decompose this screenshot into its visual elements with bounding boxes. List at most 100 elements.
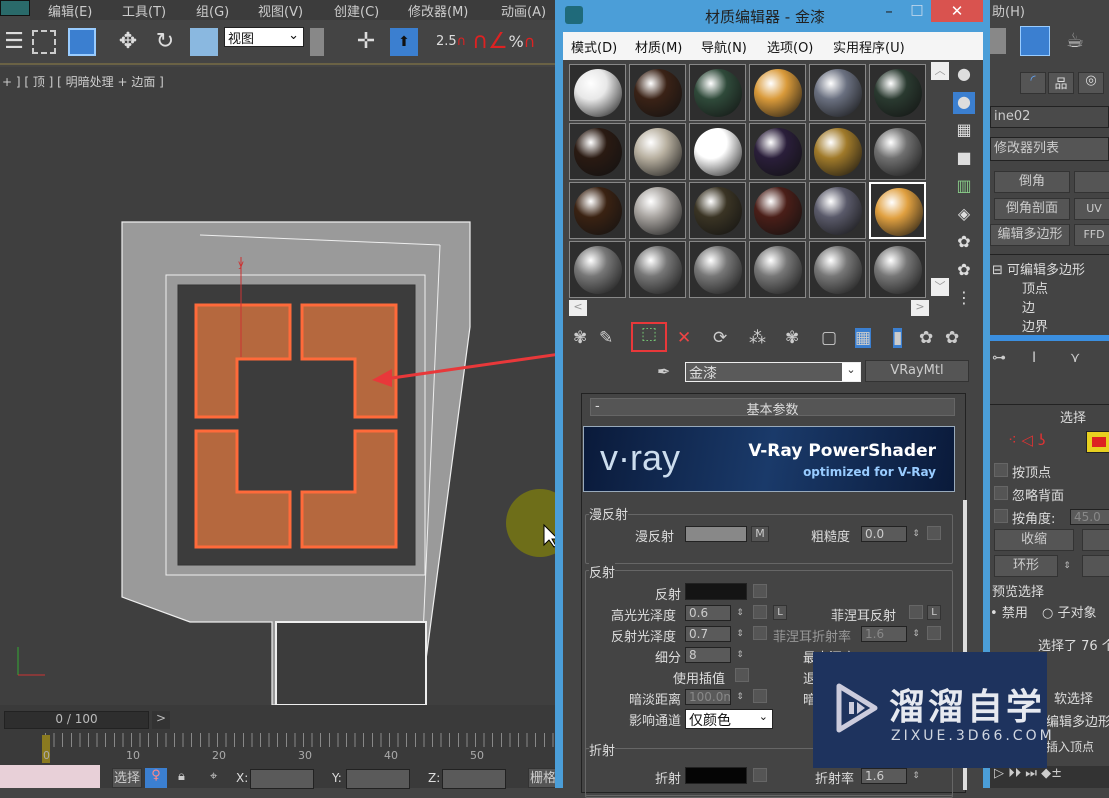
element-mode-icon[interactable] xyxy=(1086,431,1109,453)
material-navigator-icon[interactable]: ⋮ xyxy=(953,288,975,310)
preview-disabled-radio[interactable]: • 禁用 xyxy=(990,602,1028,621)
use-interp-checkbox[interactable] xyxy=(735,668,749,682)
material-slot[interactable] xyxy=(749,64,806,121)
menu-view[interactable]: 视图(V) xyxy=(258,1,303,20)
selection-lock-label[interactable]: 选择 xyxy=(112,768,142,788)
material-slot[interactable] xyxy=(869,182,926,239)
material-slot[interactable] xyxy=(809,182,866,239)
render-setup-icon[interactable] xyxy=(1020,26,1050,56)
material-slot[interactable] xyxy=(749,123,806,180)
ignore-backfacing-checkbox[interactable] xyxy=(994,486,1008,500)
fresnel-ior-field[interactable]: 1.6 xyxy=(861,626,907,642)
material-slot[interactable] xyxy=(809,241,866,298)
shrink-button[interactable]: 收缩 xyxy=(994,529,1074,551)
material-slot[interactable] xyxy=(869,64,926,121)
fresnel-checkbox[interactable] xyxy=(909,605,923,619)
background-checker-icon[interactable]: ▦ xyxy=(953,120,975,142)
object-name-field[interactable]: ine02 xyxy=(990,106,1109,128)
material-slot[interactable] xyxy=(869,123,926,180)
reset-map-icon[interactable]: ✕ xyxy=(677,328,691,348)
material-slot[interactable] xyxy=(689,241,746,298)
by-vertex-checkbox[interactable] xyxy=(994,463,1008,477)
make-preview-icon[interactable]: ◈ xyxy=(953,204,975,226)
put-to-library-icon[interactable]: ⁂ xyxy=(749,328,766,348)
modifier-list-select[interactable]: 修改器列表 xyxy=(990,137,1109,161)
stack-border[interactable]: 边界 xyxy=(1022,316,1048,335)
stack-vertex[interactable]: 顶点 xyxy=(1022,278,1048,297)
edit-poly-rollout[interactable]: 编辑多边形 xyxy=(1046,711,1109,730)
playback-controls[interactable]: ▷ ⏵⏵ ⏭ ◆± xyxy=(990,766,1109,788)
menu-navigation[interactable]: 导航(N) xyxy=(701,37,747,56)
keyboard-shortcut-icon[interactable]: ⬆ xyxy=(390,28,418,56)
diffuse-color-swatch[interactable] xyxy=(685,526,747,542)
stack-polygon-selected[interactable] xyxy=(990,335,1109,341)
dim-dist-field[interactable]: 100.0m xyxy=(685,689,731,705)
refract-color-swatch[interactable] xyxy=(685,767,747,784)
slots-scroll-up[interactable]: ︿ xyxy=(931,62,949,80)
menu-modifiers[interactable]: 修改器(M) xyxy=(408,1,468,20)
percent-snap-icon[interactable]: %∩ xyxy=(508,28,536,56)
reflect-color-swatch[interactable] xyxy=(685,583,747,600)
get-material-icon[interactable]: ✾ xyxy=(573,328,587,348)
subdivs-spinner[interactable]: ⇕ xyxy=(735,647,745,663)
menu-options[interactable]: 选项(O) xyxy=(767,37,813,56)
sample-uv-tiling-icon[interactable]: ■ xyxy=(953,148,975,170)
select-by-name-icon[interactable]: ☰ xyxy=(0,28,28,56)
motion-tab-icon[interactable]: ◎ xyxy=(1078,72,1104,94)
refl-gloss-spinner[interactable]: ⇕ xyxy=(735,626,745,642)
hilight-gloss-field[interactable]: 0.6 xyxy=(685,605,731,621)
material-slot[interactable] xyxy=(629,241,686,298)
x-coord-field[interactable] xyxy=(250,769,314,789)
display-tab-icon[interactable] xyxy=(990,28,1006,54)
isolate-icon[interactable]: ♀ xyxy=(145,768,167,788)
stack-root[interactable]: ⊟ 可编辑多边形 xyxy=(992,259,1085,278)
diffuse-map-button[interactable]: M xyxy=(751,526,769,542)
material-slot[interactable] xyxy=(569,64,626,121)
modify-tab-icon[interactable]: ◜ xyxy=(1020,72,1046,94)
move-icon[interactable]: ✥ xyxy=(114,28,142,56)
dim-dist-checkbox[interactable] xyxy=(753,689,767,703)
options-icon[interactable]: ✿ xyxy=(953,232,975,254)
grow-button[interactable] xyxy=(1082,529,1109,551)
slots-scroll-down[interactable]: ﹀ xyxy=(931,278,949,296)
material-slot[interactable] xyxy=(809,64,866,121)
minimize-button[interactable]: – xyxy=(877,2,901,20)
material-slot[interactable] xyxy=(569,182,626,239)
max-logo-button[interactable] xyxy=(0,0,30,16)
menu-create[interactable]: 创建(C) xyxy=(334,1,379,20)
fresnel-ior-spinner[interactable]: ⇕ xyxy=(911,626,921,642)
video-color-check-icon[interactable]: ▥ xyxy=(953,176,975,198)
hilight-gloss-spinner[interactable]: ⇕ xyxy=(735,605,745,621)
show-end-result-icon[interactable]: Ⅰ xyxy=(1032,350,1036,366)
refract-map-button[interactable] xyxy=(753,768,767,782)
go-to-parent-icon[interactable]: ▮ xyxy=(893,328,903,348)
refl-gloss-field[interactable]: 0.7 xyxy=(685,626,731,642)
material-slot[interactable] xyxy=(569,123,626,180)
time-slider[interactable]: 0 / 100 xyxy=(4,711,149,729)
roughness-field[interactable]: 0.0 xyxy=(861,526,907,542)
menu-help[interactable]: 助(H) xyxy=(992,1,1025,20)
sample-type-icon[interactable]: ● xyxy=(953,64,975,86)
menu-utilities[interactable]: 实用程序(U) xyxy=(833,37,905,56)
material-slot[interactable] xyxy=(809,123,866,180)
make-unique-icon[interactable]: ⟳ xyxy=(713,328,727,348)
stack-edge[interactable]: 边 xyxy=(1022,297,1035,316)
maxscript-listener[interactable] xyxy=(0,765,100,788)
blank-button[interactable] xyxy=(1074,171,1109,193)
material-slot[interactable] xyxy=(629,64,686,121)
show-shaded-map-icon[interactable]: ▢ xyxy=(821,328,837,348)
rollout-header[interactable]: - 基本参数 xyxy=(590,398,955,418)
bevel-profile-button[interactable]: 倒角剖面 xyxy=(994,198,1070,220)
subobject-icons[interactable]: ⁖ ◁ ʖ xyxy=(1008,431,1046,449)
scale-icon[interactable] xyxy=(190,28,218,56)
absolute-mode-icon[interactable]: ⌖ xyxy=(210,769,217,784)
material-slot[interactable] xyxy=(569,241,626,298)
material-slot[interactable] xyxy=(749,182,806,239)
ring-button[interactable]: 环形 xyxy=(994,555,1058,577)
subdivs-field[interactable]: 8 xyxy=(685,647,731,663)
by-angle-checkbox[interactable] xyxy=(994,509,1008,523)
uvw-button[interactable]: UV xyxy=(1074,198,1109,220)
menu-group[interactable]: 组(G) xyxy=(196,1,229,20)
material-slot[interactable] xyxy=(749,241,806,298)
select-manipulate-icon[interactable]: ✛ xyxy=(352,28,380,56)
